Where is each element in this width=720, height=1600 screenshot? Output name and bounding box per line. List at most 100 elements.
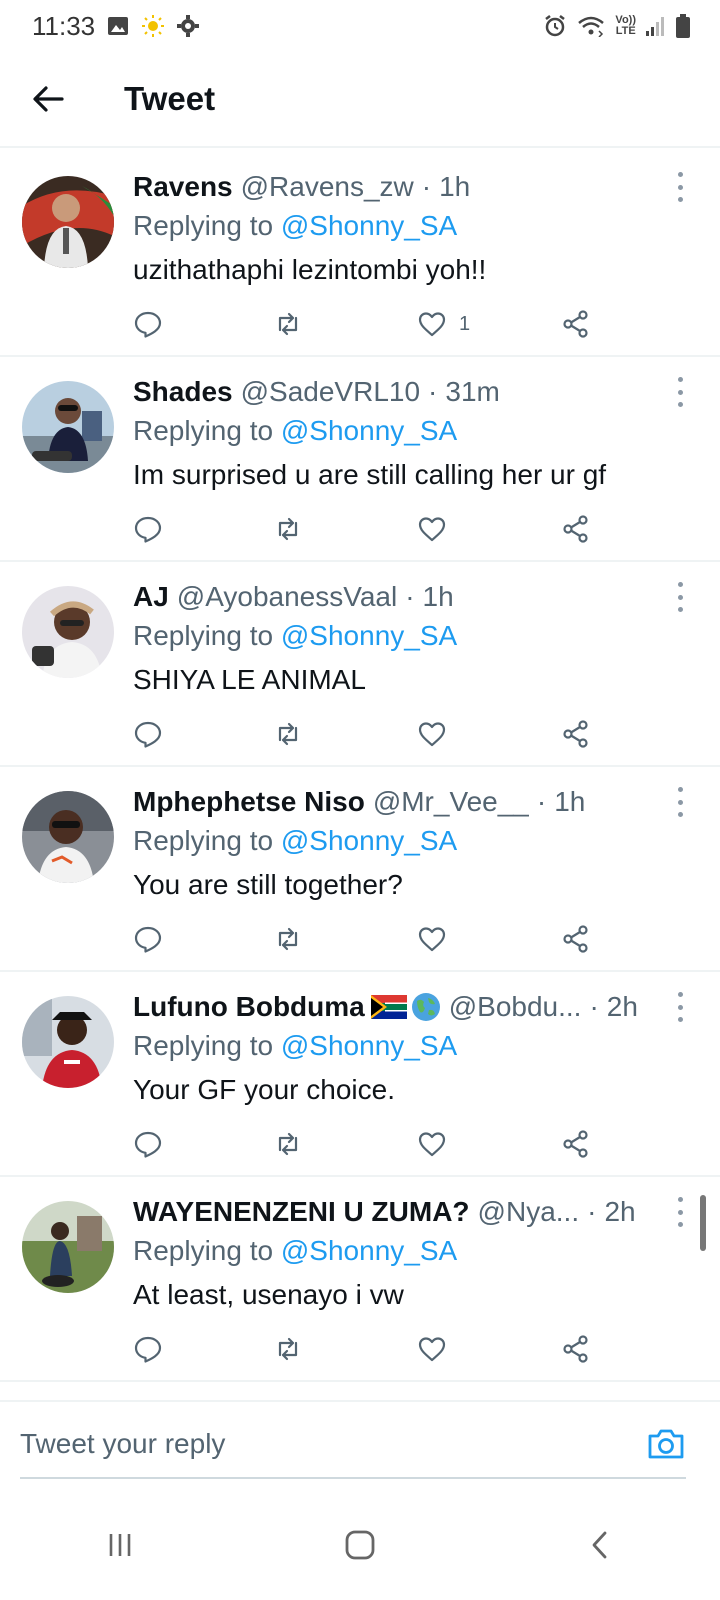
- tweet-text: Im surprised u are still calling her ur …: [133, 459, 607, 490]
- retweet-button[interactable]: [273, 507, 303, 551]
- more-options-button[interactable]: [670, 992, 690, 1022]
- share-button[interactable]: [561, 917, 591, 961]
- page-title: Tweet: [124, 80, 216, 117]
- tweet-time[interactable]: 1h: [423, 581, 454, 613]
- tweet-time[interactable]: 2h: [607, 991, 638, 1023]
- replying-to-link[interactable]: @Shonny_SA: [281, 1235, 457, 1266]
- reply-button[interactable]: [133, 712, 163, 756]
- retweet-button[interactable]: [273, 712, 303, 756]
- author-name[interactable]: Shades: [133, 376, 233, 408]
- reply-button[interactable]: [133, 507, 163, 551]
- tweet-item[interactable]: Lufuno Bobduma @Bobdu... · 2h Replying t…: [0, 972, 720, 1177]
- nav-back-button[interactable]: [560, 1510, 640, 1580]
- separator-dot: ·: [587, 1196, 597, 1227]
- tweet-time[interactable]: 2h: [604, 1196, 635, 1228]
- replying-to-link[interactable]: @Shonny_SA: [281, 620, 457, 651]
- share-icon: [563, 925, 588, 953]
- retweet-icon: [278, 1337, 298, 1361]
- like-button[interactable]: [417, 1327, 459, 1371]
- reply-button[interactable]: [133, 1122, 163, 1166]
- avatar[interactable]: [22, 176, 114, 268]
- share-icon: [563, 720, 588, 748]
- more-options-button[interactable]: [670, 172, 690, 202]
- more-options-button[interactable]: [670, 582, 690, 612]
- tweet-time[interactable]: 1h: [439, 171, 470, 203]
- back-button[interactable]: [18, 69, 78, 129]
- share-button[interactable]: [561, 1327, 591, 1371]
- alarm-icon: [543, 14, 567, 38]
- tweet-header: Mphephetse Niso @Mr_Vee__ · 1h: [133, 783, 673, 821]
- like-button[interactable]: [417, 917, 459, 961]
- heart-icon: [418, 517, 446, 542]
- globe-icon: [411, 993, 440, 1021]
- camera-button[interactable]: [646, 1424, 686, 1464]
- replying-to: Replying to @Shonny_SA: [133, 825, 457, 857]
- home-button[interactable]: [320, 1510, 400, 1580]
- retweet-button[interactable]: [273, 917, 303, 961]
- tweet-item[interactable]: Shades @SadeVRL10 · 31m Replying to @Sho…: [0, 357, 720, 562]
- share-icon: [563, 515, 588, 543]
- share-icon: [563, 1335, 588, 1363]
- author-handle[interactable]: @Nya...: [478, 1196, 580, 1228]
- retweet-button[interactable]: [273, 1122, 303, 1166]
- author-handle[interactable]: @Ravens_zw: [241, 171, 414, 203]
- heart-icon: [418, 1132, 446, 1157]
- tweet-item[interactable]: Ravens @Ravens_zw · 1h Replying to @Shon…: [0, 152, 720, 357]
- share-button[interactable]: [561, 507, 591, 551]
- tweet-item[interactable]: Mphephetse Niso @Mr_Vee__ · 1h Replying …: [0, 767, 720, 972]
- retweet-button[interactable]: [273, 1327, 303, 1371]
- like-button[interactable]: [417, 507, 459, 551]
- tweet-item[interactable]: AJ @AyobanessVaal · 1h Replying to @Shon…: [0, 562, 720, 767]
- tweet-actions: [133, 1122, 613, 1166]
- retweet-button[interactable]: [273, 302, 303, 346]
- share-button[interactable]: [561, 302, 591, 346]
- comment-icon: [134, 1336, 162, 1363]
- separator-dot: ·: [589, 991, 599, 1022]
- more-options-button[interactable]: [670, 787, 690, 817]
- recent-apps-button[interactable]: [80, 1510, 160, 1580]
- replying-to-link[interactable]: @Shonny_SA: [281, 1030, 457, 1061]
- tweet-text: At least, usenayo i vw: [133, 1279, 404, 1310]
- replying-to-link[interactable]: @Shonny_SA: [281, 825, 457, 856]
- replying-to: Replying to @Shonny_SA: [133, 620, 457, 652]
- avatar[interactable]: [22, 996, 114, 1088]
- tweet-time[interactable]: 31m: [445, 376, 499, 408]
- comment-icon: [134, 516, 162, 543]
- author-handle[interactable]: @AyobanessVaal: [177, 581, 397, 613]
- replying-to: Replying to @Shonny_SA: [133, 415, 457, 447]
- author-handle[interactable]: @Bobdu...: [449, 991, 582, 1023]
- tweet-item[interactable]: WAYENENZENI U ZUMA? @Nya... · 2h Replyin…: [0, 1177, 720, 1382]
- replying-to-link[interactable]: @Shonny_SA: [281, 210, 457, 241]
- tweet-header: Ravens @Ravens_zw · 1h: [133, 168, 673, 206]
- status-bar: 11:33 Vo)) LTE: [0, 0, 720, 52]
- avatar[interactable]: [22, 1201, 114, 1293]
- south-africa-flag-icon: [370, 995, 407, 1019]
- scrollbar[interactable]: [700, 1195, 706, 1251]
- share-button[interactable]: [561, 1122, 591, 1166]
- reply-button[interactable]: [133, 917, 163, 961]
- like-button[interactable]: [417, 712, 459, 756]
- author-name[interactable]: Lufuno Bobduma: [133, 991, 365, 1023]
- author-name[interactable]: WAYENENZENI U ZUMA?: [133, 1196, 470, 1228]
- avatar[interactable]: [22, 586, 114, 678]
- author-name[interactable]: Mphephetse Niso: [133, 786, 365, 818]
- author-name[interactable]: Ravens: [133, 171, 233, 203]
- replying-prefix: Replying to: [133, 1235, 274, 1266]
- like-button[interactable]: 1: [417, 302, 470, 346]
- more-options-button[interactable]: [670, 1197, 690, 1227]
- reply-input[interactable]: [20, 1414, 620, 1474]
- avatar[interactable]: [22, 381, 114, 473]
- like-button[interactable]: [417, 1122, 459, 1166]
- reply-button[interactable]: [133, 302, 163, 346]
- author-handle[interactable]: @Mr_Vee__: [373, 786, 529, 818]
- avatar[interactable]: [22, 791, 114, 883]
- replying-to-link[interactable]: @Shonny_SA: [281, 415, 457, 446]
- share-button[interactable]: [561, 712, 591, 756]
- author-handle[interactable]: @SadeVRL10: [241, 376, 420, 408]
- like-count: 1: [459, 312, 471, 335]
- separator-dot: ·: [421, 171, 432, 202]
- tweet-time[interactable]: 1h: [554, 786, 585, 818]
- more-options-button[interactable]: [670, 377, 690, 407]
- author-name[interactable]: AJ: [133, 581, 169, 613]
- reply-button[interactable]: [133, 1327, 163, 1371]
